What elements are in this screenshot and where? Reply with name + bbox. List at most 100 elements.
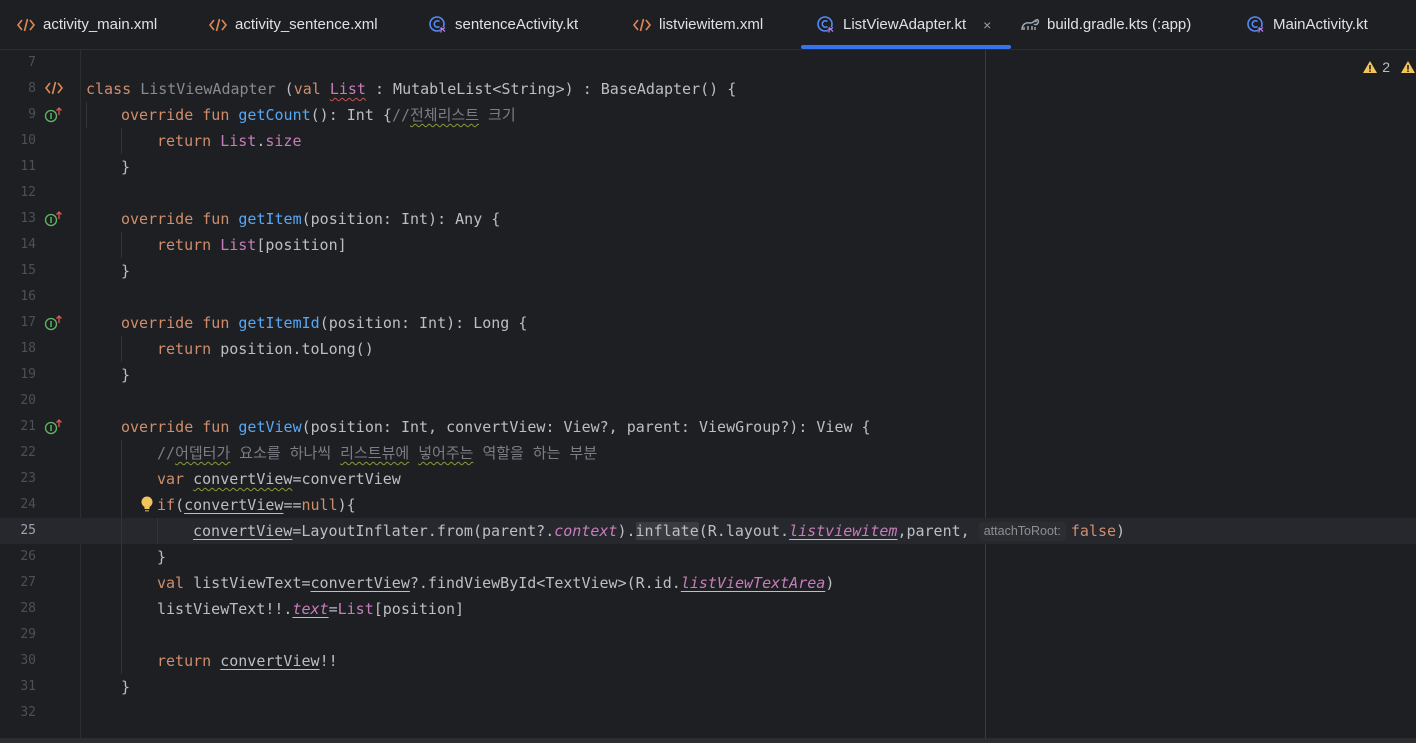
code-line: 27 val listViewText=convertView?.findVie… [0, 570, 1416, 596]
tab-list-view-adapter-kt[interactable]: ListViewAdapter.kt × [800, 0, 1012, 49]
line-number: 11 [20, 159, 36, 174]
xml-icon [16, 15, 36, 35]
line-number: 26 [20, 549, 36, 564]
kotlin-class-icon [428, 15, 448, 35]
line-number: 21 [20, 419, 36, 434]
line-number: 23 [20, 471, 36, 486]
xml-icon [208, 15, 228, 35]
code-line: 22 //어뎁터가 요소를 하나씩 리스트뷰에 넣어주는 역할을 하는 부분 [0, 440, 1416, 466]
line-number: 31 [20, 679, 36, 694]
code-text: } [121, 262, 131, 280]
line-number: 12 [20, 185, 36, 200]
line-number: 29 [20, 627, 36, 642]
code-text: return convertView!! [157, 652, 338, 670]
code-line: 21 override fun getView(position: Int, c… [0, 414, 1416, 440]
parameter-hint: attachToRoot: [978, 522, 1066, 541]
tab-activity-main-xml[interactable]: activity_main.xml [16, 0, 157, 49]
tab-activity-sentence-xml[interactable]: activity_sentence.xml [208, 0, 378, 49]
line-number: 27 [20, 575, 36, 590]
implements-method-icon[interactable] [44, 210, 64, 228]
code-text: override fun getItem(position: Int): Any… [121, 210, 501, 228]
tab-build-gradle-kts[interactable]: build.gradle.kts (:app) [1020, 0, 1191, 49]
line-number: 24 [20, 497, 36, 512]
kotlin-class-icon [1246, 15, 1266, 35]
code-line: 16 [0, 284, 1416, 310]
line-number: 32 [20, 705, 36, 720]
code-text: } [157, 548, 167, 566]
implements-method-icon[interactable] [44, 418, 64, 436]
code-line: 31 } [0, 674, 1416, 700]
line-number: 18 [20, 341, 36, 356]
close-icon[interactable]: × [983, 17, 991, 33]
code-line: 18 return position.toLong() [0, 336, 1416, 362]
line-number: 30 [20, 653, 36, 668]
line-number: 7 [28, 55, 36, 70]
code-line: 9 override fun getCount(): Int {//전체리스트 … [0, 102, 1416, 128]
code-line: 32 [0, 700, 1416, 726]
code-line: 19 } [0, 362, 1416, 388]
line-number: 22 [20, 445, 36, 460]
code-line: 14 return List[position] [0, 232, 1416, 258]
code-line: 28 listViewText!!.text=List[position] [0, 596, 1416, 622]
code-editor[interactable]: 7 8 class ListViewAdapter (val List : Mu… [0, 50, 1416, 738]
code-text: return List.size [157, 132, 302, 150]
code-line: 8 class ListViewAdapter (val List : Muta… [0, 76, 1416, 102]
tab-label: activity_main.xml [43, 16, 158, 33]
code-text: val listViewText=convertView?.findViewBy… [157, 574, 835, 592]
code-text: } [121, 366, 131, 384]
code-line-current: 25 convertView=LayoutInflater.from(paren… [0, 518, 1416, 544]
horizontal-scrollbar[interactable] [0, 738, 1416, 743]
line-number: 16 [20, 289, 36, 304]
implements-method-icon[interactable] [44, 314, 64, 332]
line-number: 28 [20, 601, 36, 616]
kotlin-class-icon [816, 15, 836, 35]
line-number: 25 [20, 523, 36, 538]
code-line: 15 } [0, 258, 1416, 284]
line-number: 17 [20, 315, 36, 330]
tab-label: activity_sentence.xml [235, 16, 378, 33]
line-number: 19 [20, 367, 36, 382]
layout-markup-icon[interactable] [44, 80, 64, 98]
lightbulb-icon[interactable] [140, 495, 154, 515]
line-number: 13 [20, 211, 36, 226]
code-line: 12 [0, 180, 1416, 206]
code-text: return List[position] [157, 236, 347, 254]
line-number: 15 [20, 263, 36, 278]
editor-tab-bar: activity_main.xml activity_sentence.xml … [0, 0, 1416, 50]
code-line: 13 override fun getItem(position: Int): … [0, 206, 1416, 232]
gradle-icon [1020, 15, 1040, 35]
code-line: 23 var convertView=convertView [0, 466, 1416, 492]
code-line: 29 [0, 622, 1416, 648]
tab-label: ListViewAdapter.kt [843, 16, 967, 33]
code-line: 11 } [0, 154, 1416, 180]
code-line: 17 override fun getItemId(position: Int)… [0, 310, 1416, 336]
tab-main-activity-kt[interactable]: MainActivity.kt [1246, 0, 1368, 49]
line-number: 20 [20, 393, 36, 408]
code-text: override fun getView(position: Int, conv… [121, 418, 871, 436]
code-text: override fun getItemId(position: Int): L… [121, 314, 528, 332]
tab-listviewitem-xml[interactable]: listviewitem.xml [632, 0, 763, 49]
code-text: listViewText!!.text=List[position] [157, 600, 465, 618]
code-text: } [121, 158, 131, 176]
code-text: if(convertView==null){ [157, 496, 356, 514]
tab-label: build.gradle.kts (:app) [1047, 16, 1192, 33]
code-line: 24 if(convertView==null){ [0, 492, 1416, 518]
line-number: 9 [28, 107, 36, 122]
code-text: class ListViewAdapter (val List : Mutabl… [86, 80, 737, 98]
tab-label: listviewitem.xml [659, 16, 764, 33]
line-number: 10 [20, 133, 36, 148]
code-line: 10 return List.size [0, 128, 1416, 154]
line-number: 14 [20, 237, 36, 252]
line-number: 8 [28, 81, 36, 96]
xml-icon [632, 15, 652, 35]
code-text: override fun getCount(): Int {//전체리스트 크기 [121, 106, 516, 124]
code-line: 20 [0, 388, 1416, 414]
tab-label: MainActivity.kt [1273, 16, 1368, 33]
code-text: convertView=LayoutInflater.from(parent?.… [193, 522, 1126, 541]
tab-sentence-activity-kt[interactable]: sentenceActivity.kt [428, 0, 578, 49]
implements-method-icon[interactable] [44, 106, 64, 124]
code-text: //어뎁터가 요소를 하나씩 리스트뷰에 넣어주는 역할을 하는 부분 [157, 444, 598, 462]
code-text: } [121, 678, 131, 696]
code-line: 26 } [0, 544, 1416, 570]
code-line: 30 return convertView!! [0, 648, 1416, 674]
